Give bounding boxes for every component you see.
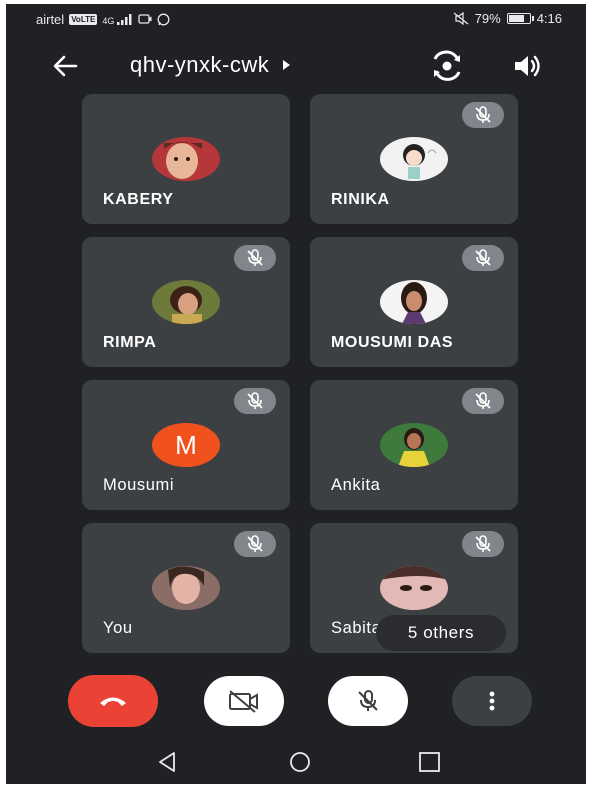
participant-tile-rimpa[interactable]: RIMPA — [82, 237, 290, 367]
participant-name: RIMPA — [103, 334, 157, 351]
participant-tile-mousumi[interactable]: M Mousumi — [82, 380, 290, 510]
whatsapp-icon — [157, 13, 170, 26]
signal-icon: 4G — [102, 13, 133, 26]
meeting-code-button[interactable]: qhv-ynxk-cwk — [130, 52, 291, 78]
mic-off-icon — [475, 535, 491, 552]
status-left: airtel VoLTE 4G — [36, 12, 170, 27]
participant-tile-kabery[interactable]: KABERY — [82, 94, 290, 224]
caret-right-icon — [283, 60, 291, 70]
mute-notifications-icon — [453, 12, 469, 25]
avatar — [380, 280, 448, 324]
mic-off-icon — [247, 535, 263, 552]
participant-photo — [380, 137, 448, 181]
battery-icon — [506, 13, 534, 24]
muted-badge — [462, 102, 504, 128]
mic-off-icon — [358, 690, 378, 711]
participant-photo — [380, 566, 448, 610]
phone-screen: airtel VoLTE 4G 79% 4:16 qhv-ynxk-cwk KA… — [6, 4, 586, 784]
participant-tile-mousumi-das[interactable]: MOUSUMI DAS — [310, 237, 518, 367]
clock: 4:16 — [536, 11, 562, 26]
mic-off-icon — [475, 106, 491, 123]
nav-recents-button[interactable] — [416, 750, 444, 774]
volume-up-icon — [515, 55, 540, 77]
toggle-mic-button[interactable] — [328, 676, 408, 726]
participant-photo — [152, 137, 220, 181]
more-options-button[interactable] — [452, 676, 532, 726]
battery-percent: 79% — [474, 11, 501, 26]
toggle-camera-button[interactable] — [204, 676, 284, 726]
end-call-button[interactable] — [68, 675, 158, 727]
participant-photo — [380, 423, 448, 467]
meeting-header: qhv-ynxk-cwk — [6, 44, 586, 86]
meeting-code: qhv-ynxk-cwk — [130, 52, 270, 77]
participant-tile-ankita[interactable]: Ankita — [310, 380, 518, 510]
participant-name: Sabita — [331, 619, 382, 637]
volte-badge: VoLTE — [69, 14, 98, 25]
mic-off-icon — [247, 249, 263, 266]
muted-badge — [234, 388, 276, 414]
others-pill-button[interactable]: 5 others — [376, 615, 506, 651]
muted-badge — [462, 531, 504, 557]
avatar — [152, 137, 220, 181]
participant-name: You — [103, 619, 133, 637]
nav-home-icon — [290, 752, 310, 772]
avatar — [380, 137, 448, 181]
network-type-label: 4G — [102, 15, 115, 26]
participant-name: Mousumi — [103, 476, 175, 494]
cast-icon — [138, 14, 152, 24]
participant-name: Ankita — [331, 476, 381, 494]
muted-badge — [462, 245, 504, 271]
nav-back-icon — [159, 752, 175, 772]
nav-back-button[interactable] — [154, 750, 182, 774]
back-button[interactable] — [50, 52, 82, 80]
participant-name: RINIKA — [331, 191, 390, 208]
letter-avatar: M — [152, 423, 220, 467]
avatar — [380, 423, 448, 467]
status-right: 79% 4:16 — [453, 11, 562, 26]
participant-tile-rinika[interactable]: RINIKA — [310, 94, 518, 224]
status-bar: airtel VoLTE 4G 79% 4:16 — [6, 4, 586, 34]
camera-off-icon — [229, 690, 258, 713]
phone-hangup-icon — [100, 697, 126, 706]
mic-off-icon — [475, 392, 491, 409]
speaker-button[interactable] — [512, 52, 542, 80]
switch-camera-icon — [433, 50, 461, 81]
system-nav-bar — [6, 740, 586, 784]
nav-recents-icon — [419, 752, 440, 772]
participant-name: KABERY — [103, 191, 174, 208]
muted-badge — [234, 531, 276, 557]
switch-camera-button[interactable] — [430, 50, 464, 82]
participant-photo — [152, 566, 220, 610]
participant-name: MOUSUMI DAS — [331, 334, 454, 351]
muted-badge — [462, 388, 504, 414]
battery-fill — [508, 15, 524, 22]
carrier-label: airtel — [36, 12, 65, 27]
avatar — [152, 566, 220, 610]
participant-photo — [152, 280, 220, 324]
mic-off-icon — [247, 392, 263, 409]
arrow-back-icon — [53, 55, 78, 77]
nav-home-button[interactable] — [286, 750, 314, 774]
participant-photo — [380, 280, 448, 324]
more-vert-icon — [489, 691, 495, 711]
mic-off-icon — [475, 249, 491, 266]
signal-bars-icon — [116, 13, 132, 25]
avatar — [380, 566, 448, 610]
avatar — [152, 280, 220, 324]
muted-badge — [234, 245, 276, 271]
participant-tile-you[interactable]: You — [82, 523, 290, 653]
